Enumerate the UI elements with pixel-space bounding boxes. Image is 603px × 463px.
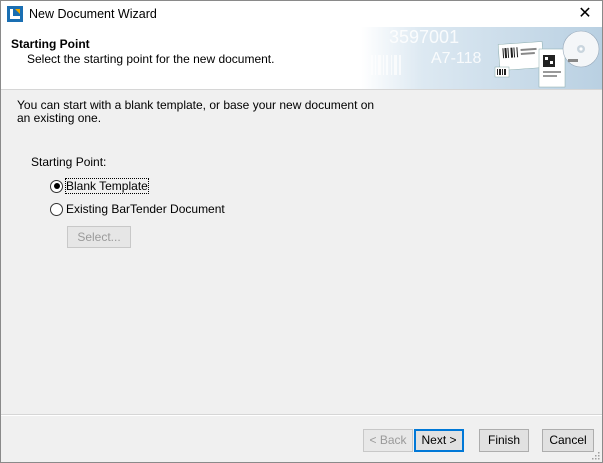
existing-document-option[interactable]: Existing BarTender Document <box>50 201 225 217</box>
header-title: Starting Point <box>11 37 90 51</box>
back-button[interactable]: < Back <box>363 429 413 452</box>
resize-grip-icon[interactable] <box>590 450 600 460</box>
window-title: New Document Wizard <box>29 7 157 21</box>
select-document-button[interactable]: Select... <box>67 226 131 248</box>
art-number-text: 3597001 <box>389 27 459 47</box>
header-subtitle: Select the starting point for the new do… <box>27 52 275 66</box>
existing-document-radio[interactable] <box>50 202 63 216</box>
blank-template-option[interactable]: Blank Template <box>50 178 149 194</box>
art-code-text: A7-118 <box>431 50 482 67</box>
finish-button[interactable]: Finish <box>479 429 529 452</box>
cancel-button[interactable]: Cancel <box>542 429 594 452</box>
footer-divider <box>1 414 602 416</box>
next-button[interactable]: Next > <box>414 429 464 452</box>
existing-document-label[interactable]: Existing BarTender Document <box>66 202 225 216</box>
barcode-labels-illustration: 3597001 A7-118 <box>361 27 602 89</box>
intro-text: You can start with a blank template, or … <box>17 98 375 125</box>
wizard-window: New Document Wizard ✕ Starting Point Sel… <box>0 0 603 463</box>
bartender-app-icon <box>7 6 23 22</box>
close-icon[interactable]: ✕ <box>568 1 602 27</box>
title-bar[interactable]: New Document Wizard ✕ <box>1 1 602 27</box>
blank-template-radio[interactable] <box>50 179 63 193</box>
wizard-header: Starting Point Select the starting point… <box>1 27 602 90</box>
starting-point-label: Starting Point: <box>31 155 107 169</box>
blank-template-label[interactable]: Blank Template <box>65 178 149 194</box>
